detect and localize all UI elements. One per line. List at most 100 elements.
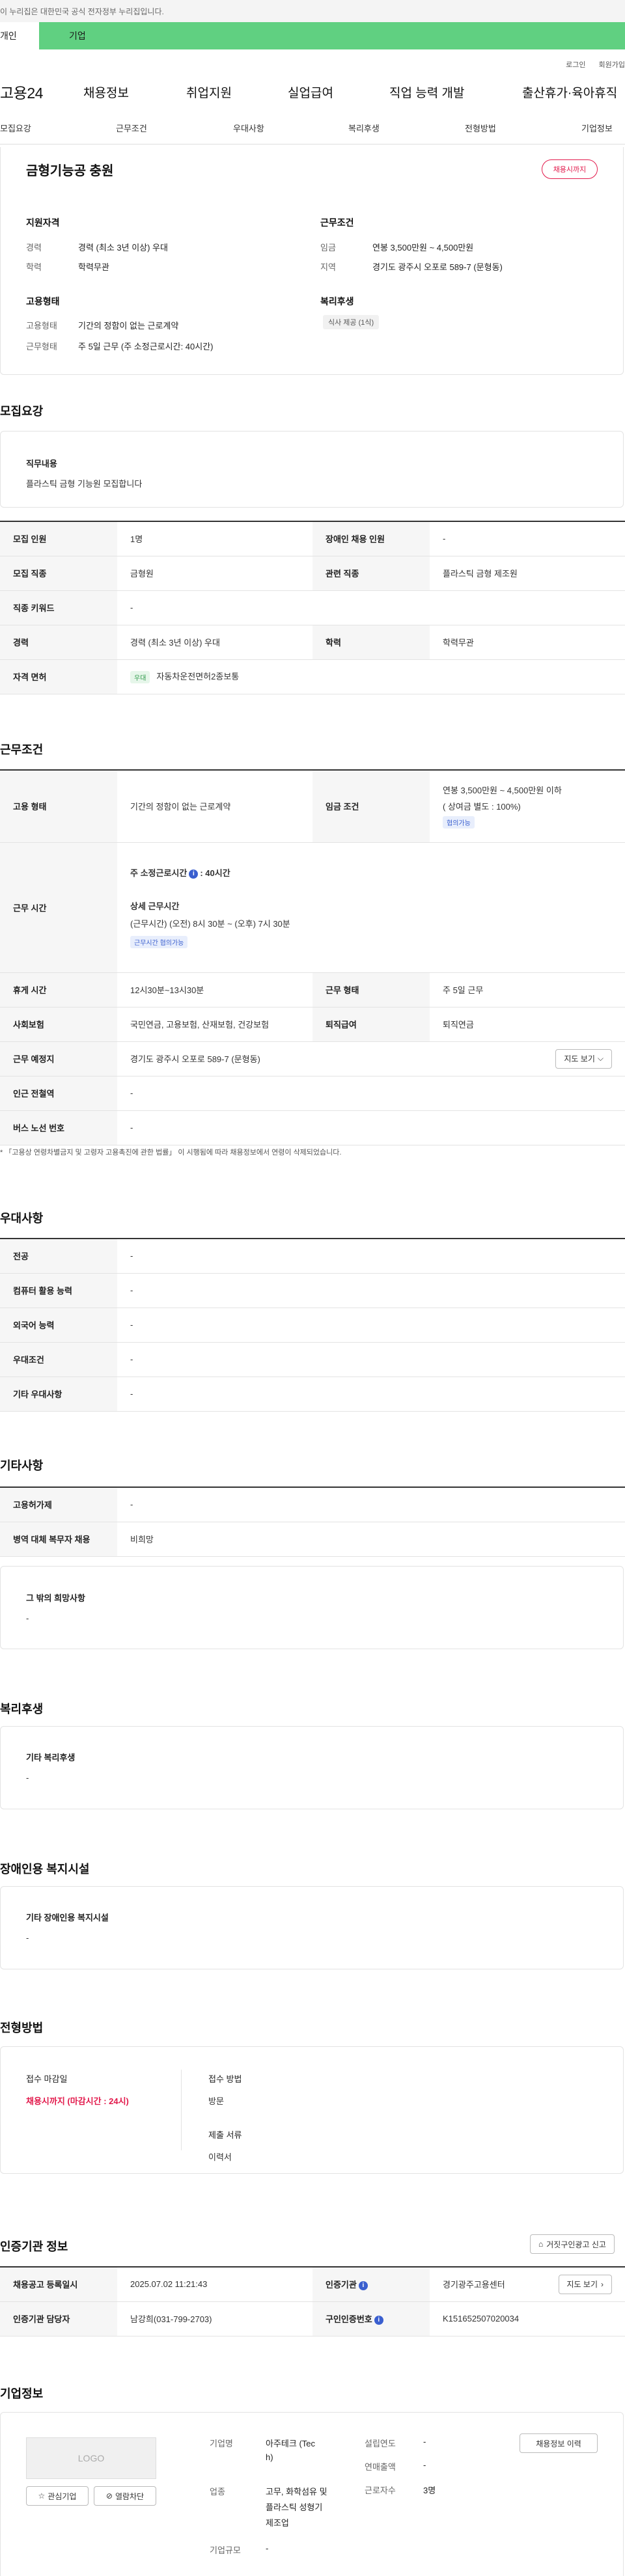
place-cell: 경기도 광주시 오포로 589-7 (문형동) 지도 보기 ⌵	[117, 1041, 625, 1076]
info-icon[interactable]: i	[374, 2315, 383, 2325]
map-button-label: 지도 보기	[564, 1054, 595, 1063]
anchor-prefer[interactable]: 우대사항	[233, 122, 264, 134]
emptype-row-value: 기간의 정함이 없는 근로계약	[117, 769, 312, 843]
industry-value-3: 제조업	[266, 2518, 289, 2528]
utility-links: 로그인 회원가입	[0, 57, 625, 72]
map-button[interactable]: 지도 보기 ⌵	[555, 1048, 612, 1069]
worktype-row-label: 근무 형태	[312, 972, 430, 1007]
rest-value: 12시30분~13시30분	[117, 972, 312, 1007]
star-icon: ☆	[38, 2491, 46, 2501]
tab-personal[interactable]: 개인	[0, 22, 39, 49]
prefer-row-value: -	[117, 1238, 625, 1274]
agency-map-label: 지도 보기	[566, 2280, 598, 2290]
hours-cell: 주 소정근로시간 i: 40시간 상세 근무시간 (근무시간) (오전) 8시 3…	[117, 842, 625, 973]
place-label: 근무 예정지	[0, 1041, 117, 1076]
chevron-down-icon: ⌵	[597, 1054, 604, 1063]
gnb-menu-unemployment-benefit[interactable]: 실업급여	[288, 83, 333, 101]
prefer-table: 전공 - 컴퓨터 활용 능력 - 외국어 능력 - 우대조건 - 기타 우대사항 -	[0, 1238, 625, 1412]
gnb-menu-jobs[interactable]: 채용정보	[83, 83, 129, 101]
favorite-company-button[interactable]: ☆ 관심기업	[26, 2486, 89, 2506]
other-wishes-label: 그 밖의 희망사항	[26, 1593, 85, 1603]
gnb-menu-employment-support[interactable]: 취업지원	[186, 83, 232, 101]
company-size-label: 기업규모	[210, 2545, 241, 2555]
process-deadline-value: 채용시까지 (마감시간 : 24시)	[26, 2096, 129, 2106]
staff-value: 남강희(031-799-2703)	[117, 2301, 312, 2336]
org-label-cell: 인증기관 i	[312, 2266, 430, 2302]
duty-value: 플라스틱 금형 기능원 모집합니다	[26, 479, 143, 489]
prefer-row-value: -	[117, 1377, 625, 1412]
org-cell: 경기광주고용센터 지도 보기 ›	[430, 2266, 625, 2302]
welfare-tag: 식사 제공 (1식)	[323, 315, 380, 329]
alarm-icon: ⌂	[538, 2240, 544, 2249]
weekly-hours-value: : 40시간	[200, 868, 230, 878]
prefer-row-value: -	[117, 1308, 625, 1343]
region-value: 경기도 광주시 오포로 589-7 (문형동)	[372, 262, 503, 272]
disability-label: 기타 장애인용 복지시설	[26, 1913, 109, 1923]
signup-link[interactable]: 회원가입	[599, 59, 625, 70]
anchor-welfare[interactable]: 복리후생	[348, 122, 380, 134]
agency-section-title: 인증기관 정보	[0, 2240, 68, 2253]
block-view-label: 열람차단	[115, 2491, 145, 2501]
prefer-row-value: -	[117, 1342, 625, 1377]
job-type-value: 금형원	[117, 556, 312, 591]
prefer-row-label: 기타 우대사항	[0, 1377, 117, 1412]
job-history-label: 채용정보 이력	[536, 2439, 581, 2448]
gnb-menu-parental-leave[interactable]: 출산휴가·육아휴직	[522, 83, 617, 101]
process-docs-label: 제출 서류	[208, 2130, 242, 2140]
block-icon: ⊘	[105, 2491, 113, 2501]
anchor-process[interactable]: 전형방법	[465, 122, 496, 134]
bus-value: -	[117, 1110, 625, 1145]
anchor-company[interactable]: 기업정보	[581, 122, 613, 134]
wage-cell: 연봉 3,500만원 ~ 4,500만원 이하 ( 상여금 별도 : 100%)…	[430, 769, 625, 843]
weekly-hours-line: 주 소정근로시간 i: 40시간	[130, 866, 625, 879]
gov-notice-bar: 이 누리집은 대한민국 공식 전자정부 누리집입니다.	[0, 0, 625, 22]
rest-label: 휴게 시간	[0, 972, 117, 1007]
tab-company[interactable]: 기업	[39, 22, 625, 49]
welfare-value: -	[26, 1773, 29, 1783]
block-view-button[interactable]: ⊘ 열람차단	[94, 2486, 156, 2506]
disability-box	[0, 1886, 624, 1969]
count-label: 모집 인원	[0, 521, 117, 556]
career-value: 경력 (최소 3년 이상) 우대	[78, 243, 168, 253]
report-fake-ad-label: 거짓구인광고 신고	[546, 2240, 606, 2249]
agency-table: 채용공고 등록일시 2025.07.02 11:21:43 인증기관 i 경기광주…	[0, 2266, 625, 2336]
work-table: 고용 형태 기간의 정함이 없는 근로계약 임금 조건 연봉 3,500만원 ~…	[0, 769, 625, 1145]
disability-value: -	[26, 1933, 29, 1943]
welfare-box	[0, 1726, 624, 1809]
prefer-row-value: -	[117, 1273, 625, 1308]
license-value: 자동차운전면허2종보통	[156, 671, 240, 681]
wage-row-label: 임금 조건	[312, 769, 430, 843]
insurance-label: 사회보험	[0, 1007, 117, 1042]
login-link[interactable]: 로그인	[566, 59, 585, 70]
gnb-menu-vocational-training[interactable]: 직업 능력 개발	[389, 83, 464, 101]
info-icon[interactable]: i	[358, 2281, 368, 2290]
site-logo[interactable]: 고용24	[0, 81, 43, 103]
report-fake-ad-button[interactable]: ⌂ 거짓구인광고 신고	[530, 2234, 615, 2254]
wage-value: 연봉 3,500만원 ~ 4,500만원	[372, 243, 474, 253]
staff-label: 인증기관 담당자	[0, 2301, 117, 2336]
work-heading: 근무조건	[320, 217, 354, 228]
job-history-button[interactable]: 채용정보 이력	[520, 2433, 598, 2453]
other-wishes-box	[0, 1566, 624, 1649]
subway-label: 인근 전철역	[0, 1076, 117, 1111]
anchor-work[interactable]: 근무조건	[116, 122, 147, 134]
detail-hours-value: (근무시간) (오전) 8시 30분 ~ (오후) 7시 30분	[130, 919, 290, 929]
sales-value: -	[423, 2460, 426, 2470]
prefer-row-label: 전공	[0, 1238, 117, 1274]
license-label: 자격 면허	[0, 659, 117, 694]
agency-map-button[interactable]: 지도 보기 ›	[558, 2274, 612, 2294]
emptype-value: 기간의 정함이 없는 근로계약	[78, 321, 179, 331]
edu-label: 학력	[26, 262, 42, 272]
worktype-value: 주 5일 근무 (주 소정근로시간: 40시간)	[78, 342, 214, 351]
reg-date-label: 채용공고 등록일시	[0, 2266, 117, 2302]
industry-value-1: 고무, 화학섬유 및	[266, 2487, 327, 2497]
career-row-label: 경력	[0, 625, 117, 660]
info-icon[interactable]: i	[189, 869, 199, 879]
company-name-value-2: h)	[266, 2452, 273, 2462]
anchor-recruit[interactable]: 모집요강	[0, 122, 31, 134]
recruit-table: 모집 인원 1명 장애인 채용 인원 - 모집 직종 금형원 관련 직종 플라스…	[0, 521, 625, 694]
gov-notice-text: 이 누리집은 대한민국 공식 전자정부 누리집입니다.	[0, 7, 164, 16]
hours-row-label: 근무 시간	[0, 842, 117, 973]
license-cell: 우대 자동차운전면허2종보통	[117, 659, 625, 694]
industry-label: 업종	[210, 2487, 225, 2497]
